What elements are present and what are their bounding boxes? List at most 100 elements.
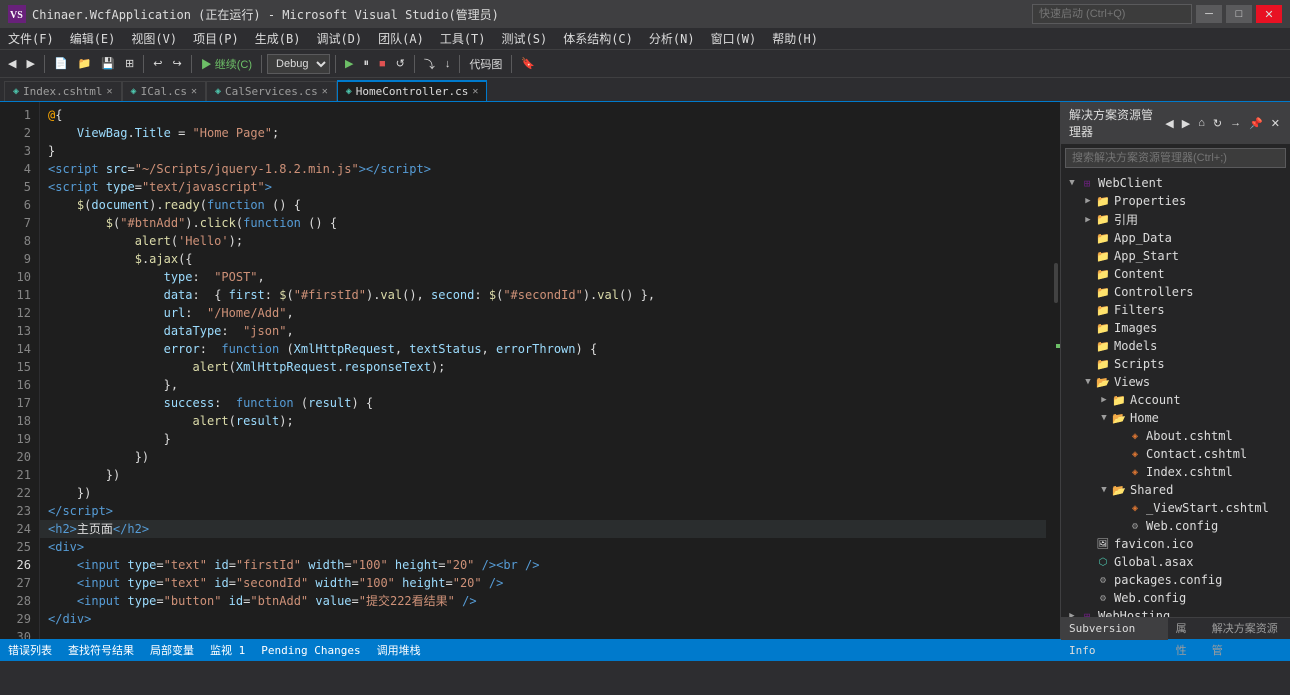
menu-team[interactable]: 团队(A) [370,28,432,50]
se-refresh-button[interactable]: ↻ [1211,117,1224,130]
menu-help[interactable]: 帮助(H) [764,28,826,50]
menu-build[interactable]: 生成(B) [247,28,309,50]
tree-item-appdata[interactable]: 📁 App_Data [1061,229,1290,247]
minimize-button[interactable]: ─ [1196,5,1222,23]
code-map-button[interactable]: 代码图 [465,53,506,75]
tree-item-appstart[interactable]: 📁 App_Start [1061,247,1290,265]
se-tab-subversion[interactable]: Subversion Info [1061,618,1168,640]
restart-button[interactable]: ↺ [392,53,409,75]
tree-item-images[interactable]: 📁 Images [1061,319,1290,337]
tree-item-filters[interactable]: 📁 Filters [1061,301,1290,319]
se-header: 解决方案资源管理器 ◀ ▶ ⌂ ↻ → 📌 ✕ [1061,102,1290,144]
tab-ical-cs[interactable]: ◈ ICal.cs ✕ [122,81,206,101]
debug-mode-dropdown[interactable]: Debug [267,54,330,74]
tree-item-content[interactable]: 📁 Content [1061,265,1290,283]
se-pin-button[interactable]: 📌 [1247,117,1265,130]
start-debug-button[interactable]: ▶ [341,53,357,75]
se-tab-properties[interactable]: 属性 [1168,618,1204,640]
se-forward-button[interactable]: ▶ [1180,117,1192,130]
tab-close-index[interactable]: ✕ [107,86,113,97]
step-into-button[interactable]: ↓ [441,53,455,75]
tree-label-webconfig: Web.config [1114,591,1186,605]
status-errors[interactable]: 错误列表 [8,642,52,658]
menu-test[interactable]: 测试(S) [494,28,556,50]
continue-button[interactable]: ▶ 继续(C) [197,53,256,75]
menu-debug[interactable]: 调试(D) [308,28,370,50]
code-line-29: <input type="text" id="firstId" width="1… [40,556,1046,574]
menu-project[interactable]: 项目(P) [185,28,247,50]
forward-button[interactable]: ▶ [22,53,38,75]
status-locals[interactable]: 局部变量 [150,642,194,658]
tree-item-views[interactable]: ▼ 📂 Views [1061,373,1290,391]
menu-view[interactable]: 视图(V) [123,28,185,50]
se-arrow-right-button[interactable]: → [1228,117,1243,130]
folder-icon-shared: 📂 [1111,482,1127,498]
step-over-button[interactable]: ⤵ [420,53,439,75]
tab-close-calservices[interactable]: ✕ [322,86,328,97]
se-tab-solution[interactable]: 解决方案资源管 [1204,618,1290,640]
menu-edit[interactable]: 编辑(E) [62,28,124,50]
code-line-8: $("#btnAdd").click(function () { [40,214,1046,232]
tree-item-viewstart[interactable]: ◈ _ViewStart.cshtml [1061,499,1290,517]
undo-button[interactable]: ↩ [149,53,166,75]
se-close-button[interactable]: ✕ [1269,117,1282,130]
status-pending-changes[interactable]: Pending Changes [261,644,360,657]
status-find-symbols[interactable]: 查找符号结果 [68,642,134,658]
tab-calservices-cs[interactable]: ◈ CalServices.cs ✕ [206,81,337,101]
tree-item-shared[interactable]: ▼ 📂 Shared [1061,481,1290,499]
menu-tools[interactable]: 工具(T) [432,28,494,50]
tree-item-global[interactable]: ⬡ Global.asax [1061,553,1290,571]
tree-item-favicon[interactable]: 🖼 favicon.ico [1061,535,1290,553]
code-content-area[interactable]: @{ ViewBag.Title = "Home Page"; } <scrip… [40,102,1046,639]
stop-button[interactable]: ■ [375,53,390,75]
save-all-button[interactable]: ⊞ [121,53,138,75]
bookmark-button[interactable]: 🔖 [517,53,539,75]
menu-window[interactable]: 窗口(W) [703,28,765,50]
menu-arch[interactable]: 体系结构(C) [555,28,641,50]
tree-item-refs[interactable]: ▶ 📁 引用 [1061,210,1290,229]
toolbar-separator-7 [459,55,460,73]
tab-icon-calservices: ◈ [215,86,221,97]
new-file-button[interactable]: 📄 [50,53,72,75]
tab-close-homecontroller[interactable]: ✕ [472,86,478,97]
se-header-buttons: ◀ ▶ ⌂ ↻ → 📌 ✕ [1163,117,1282,130]
tree-item-controllers[interactable]: 📁 Controllers [1061,283,1290,301]
code-line-7: $(document).ready(function () { [40,196,1046,214]
redo-button[interactable]: ↪ [168,53,185,75]
se-search-input[interactable] [1065,148,1286,168]
tree-item-webconfig[interactable]: ⚙ Web.config [1061,589,1290,607]
tree-item-account[interactable]: ▶ 📁 Account [1061,391,1290,409]
tab-index-cshtml[interactable]: ◈ Index.cshtml ✕ [4,81,122,101]
code-line-26: <h2>主页面</h2> [40,520,1046,538]
menu-file[interactable]: 文件(F) [0,28,62,50]
tree-item-packages[interactable]: ⚙ packages.config [1061,571,1290,589]
se-back-button[interactable]: ◀ [1163,117,1175,130]
file-icon-contact: ◈ [1127,446,1143,462]
se-home-button[interactable]: ⌂ [1196,117,1207,130]
scroll-thumb[interactable] [1054,263,1058,303]
open-button[interactable]: 📁 [74,53,96,75]
tree-item-models[interactable]: 📁 Models [1061,337,1290,355]
tree-item-webconfig-shared[interactable]: ⚙ Web.config [1061,517,1290,535]
tab-close-ical[interactable]: ✕ [191,86,197,97]
tree-item-webhosting[interactable]: ▶ ⊞ WebHosting [1061,607,1290,617]
tree-item-scripts[interactable]: 📁 Scripts [1061,355,1290,373]
status-call-stack[interactable]: 调用堆栈 [377,642,421,658]
tree-item-contact[interactable]: ◈ Contact.cshtml [1061,445,1290,463]
tree-item-home[interactable]: ▼ 📂 Home [1061,409,1290,427]
save-button[interactable]: 💾 [97,53,119,75]
status-watch1[interactable]: 监视 1 [210,642,245,658]
menu-analyze[interactable]: 分析(N) [641,28,703,50]
close-button[interactable]: ✕ [1256,5,1282,23]
quick-launch-input[interactable] [1032,4,1192,24]
main-layout: 1234567891011121314151617181920212223242… [0,102,1290,639]
tree-item-about[interactable]: ◈ About.cshtml [1061,427,1290,445]
tree-item-index-cshtml[interactable]: ◈ Index.cshtml [1061,463,1290,481]
tree-item-webclient[interactable]: ▼ ⊞ WebClient [1061,174,1290,192]
back-button[interactable]: ◀ [4,53,20,75]
tree-label-contact: Contact.cshtml [1146,447,1247,461]
maximize-button[interactable]: □ [1226,5,1252,23]
pause-button[interactable]: ⏸ [360,53,374,75]
tab-homecontroller-cs[interactable]: ◈ HomeController.cs ✕ [337,80,488,101]
tree-item-properties[interactable]: ▶ 📁 Properties [1061,192,1290,210]
